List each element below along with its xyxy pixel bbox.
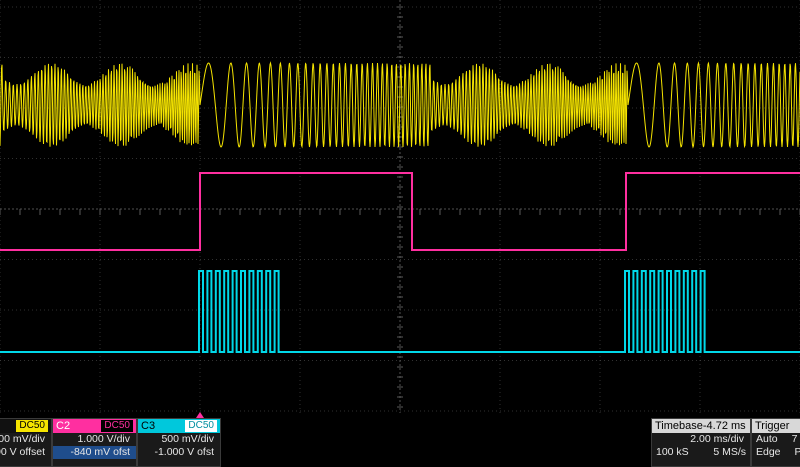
channel-2-name: C2 <box>56 420 71 432</box>
waveform-grid <box>0 0 800 413</box>
sample-rate: 5 MS/s <box>713 446 746 458</box>
trigger-mode-row: Auto 7 <box>752 433 800 446</box>
trigger-mode-value: 7 <box>791 433 798 445</box>
channel-2-coupling: DC50 <box>101 420 133 432</box>
timebase-time-per-div: 2.00 ms/div <box>690 433 744 445</box>
trigger-type: Edge <box>756 446 781 458</box>
timebase-sampling: 100 kS 5 MS/s <box>652 446 750 459</box>
trigger-type-value: P <box>794 446 800 458</box>
channel-3-scale: 500 mV/div <box>161 433 214 445</box>
trigger-label: Trigger <box>755 420 790 432</box>
channel-2-scale: 1.000 V/div <box>77 433 130 445</box>
channel-1-coupling: DC50 <box>16 420 48 432</box>
channel-1-offset: 00 V offset <box>0 446 45 458</box>
trigger-type-row: Edge P <box>752 446 800 459</box>
channel-2-offset: -840 mV ofst <box>53 446 136 459</box>
trigger-descriptor[interactable]: Trigger Auto 7 Edge P <box>751 418 800 467</box>
timebase-label: Timebase-4.72 ms <box>655 420 746 432</box>
channel-3-offset: -1.000 V ofst <box>154 446 214 458</box>
trigger-mode: Auto <box>756 433 778 445</box>
waveform-display[interactable] <box>0 0 800 413</box>
channel-1-descriptor[interactable]: C1DC50 500 mV/div 00 V offset <box>0 418 52 467</box>
timebase-descriptor[interactable]: Timebase-4.72 ms 2.00 ms/div 100 kS 5 MS/… <box>651 418 751 467</box>
descriptor-panel: C1DC50 500 mV/div 00 V offset C2 DC50 1.0… <box>0 418 800 467</box>
channel-3-trace <box>0 270 800 353</box>
channel-1-trace <box>0 61 800 149</box>
record-length: 100 kS <box>656 446 689 458</box>
channel-2-descriptor[interactable]: C2 DC50 1.000 V/div -840 mV ofst <box>52 418 137 467</box>
channel-1-scale: 500 mV/div <box>0 433 45 445</box>
channel-3-coupling: DC50 <box>185 420 217 432</box>
channel-3-descriptor[interactable]: C3 DC50 500 mV/div -1.000 V ofst <box>137 418 221 467</box>
channel-3-name: C3 <box>141 420 156 432</box>
